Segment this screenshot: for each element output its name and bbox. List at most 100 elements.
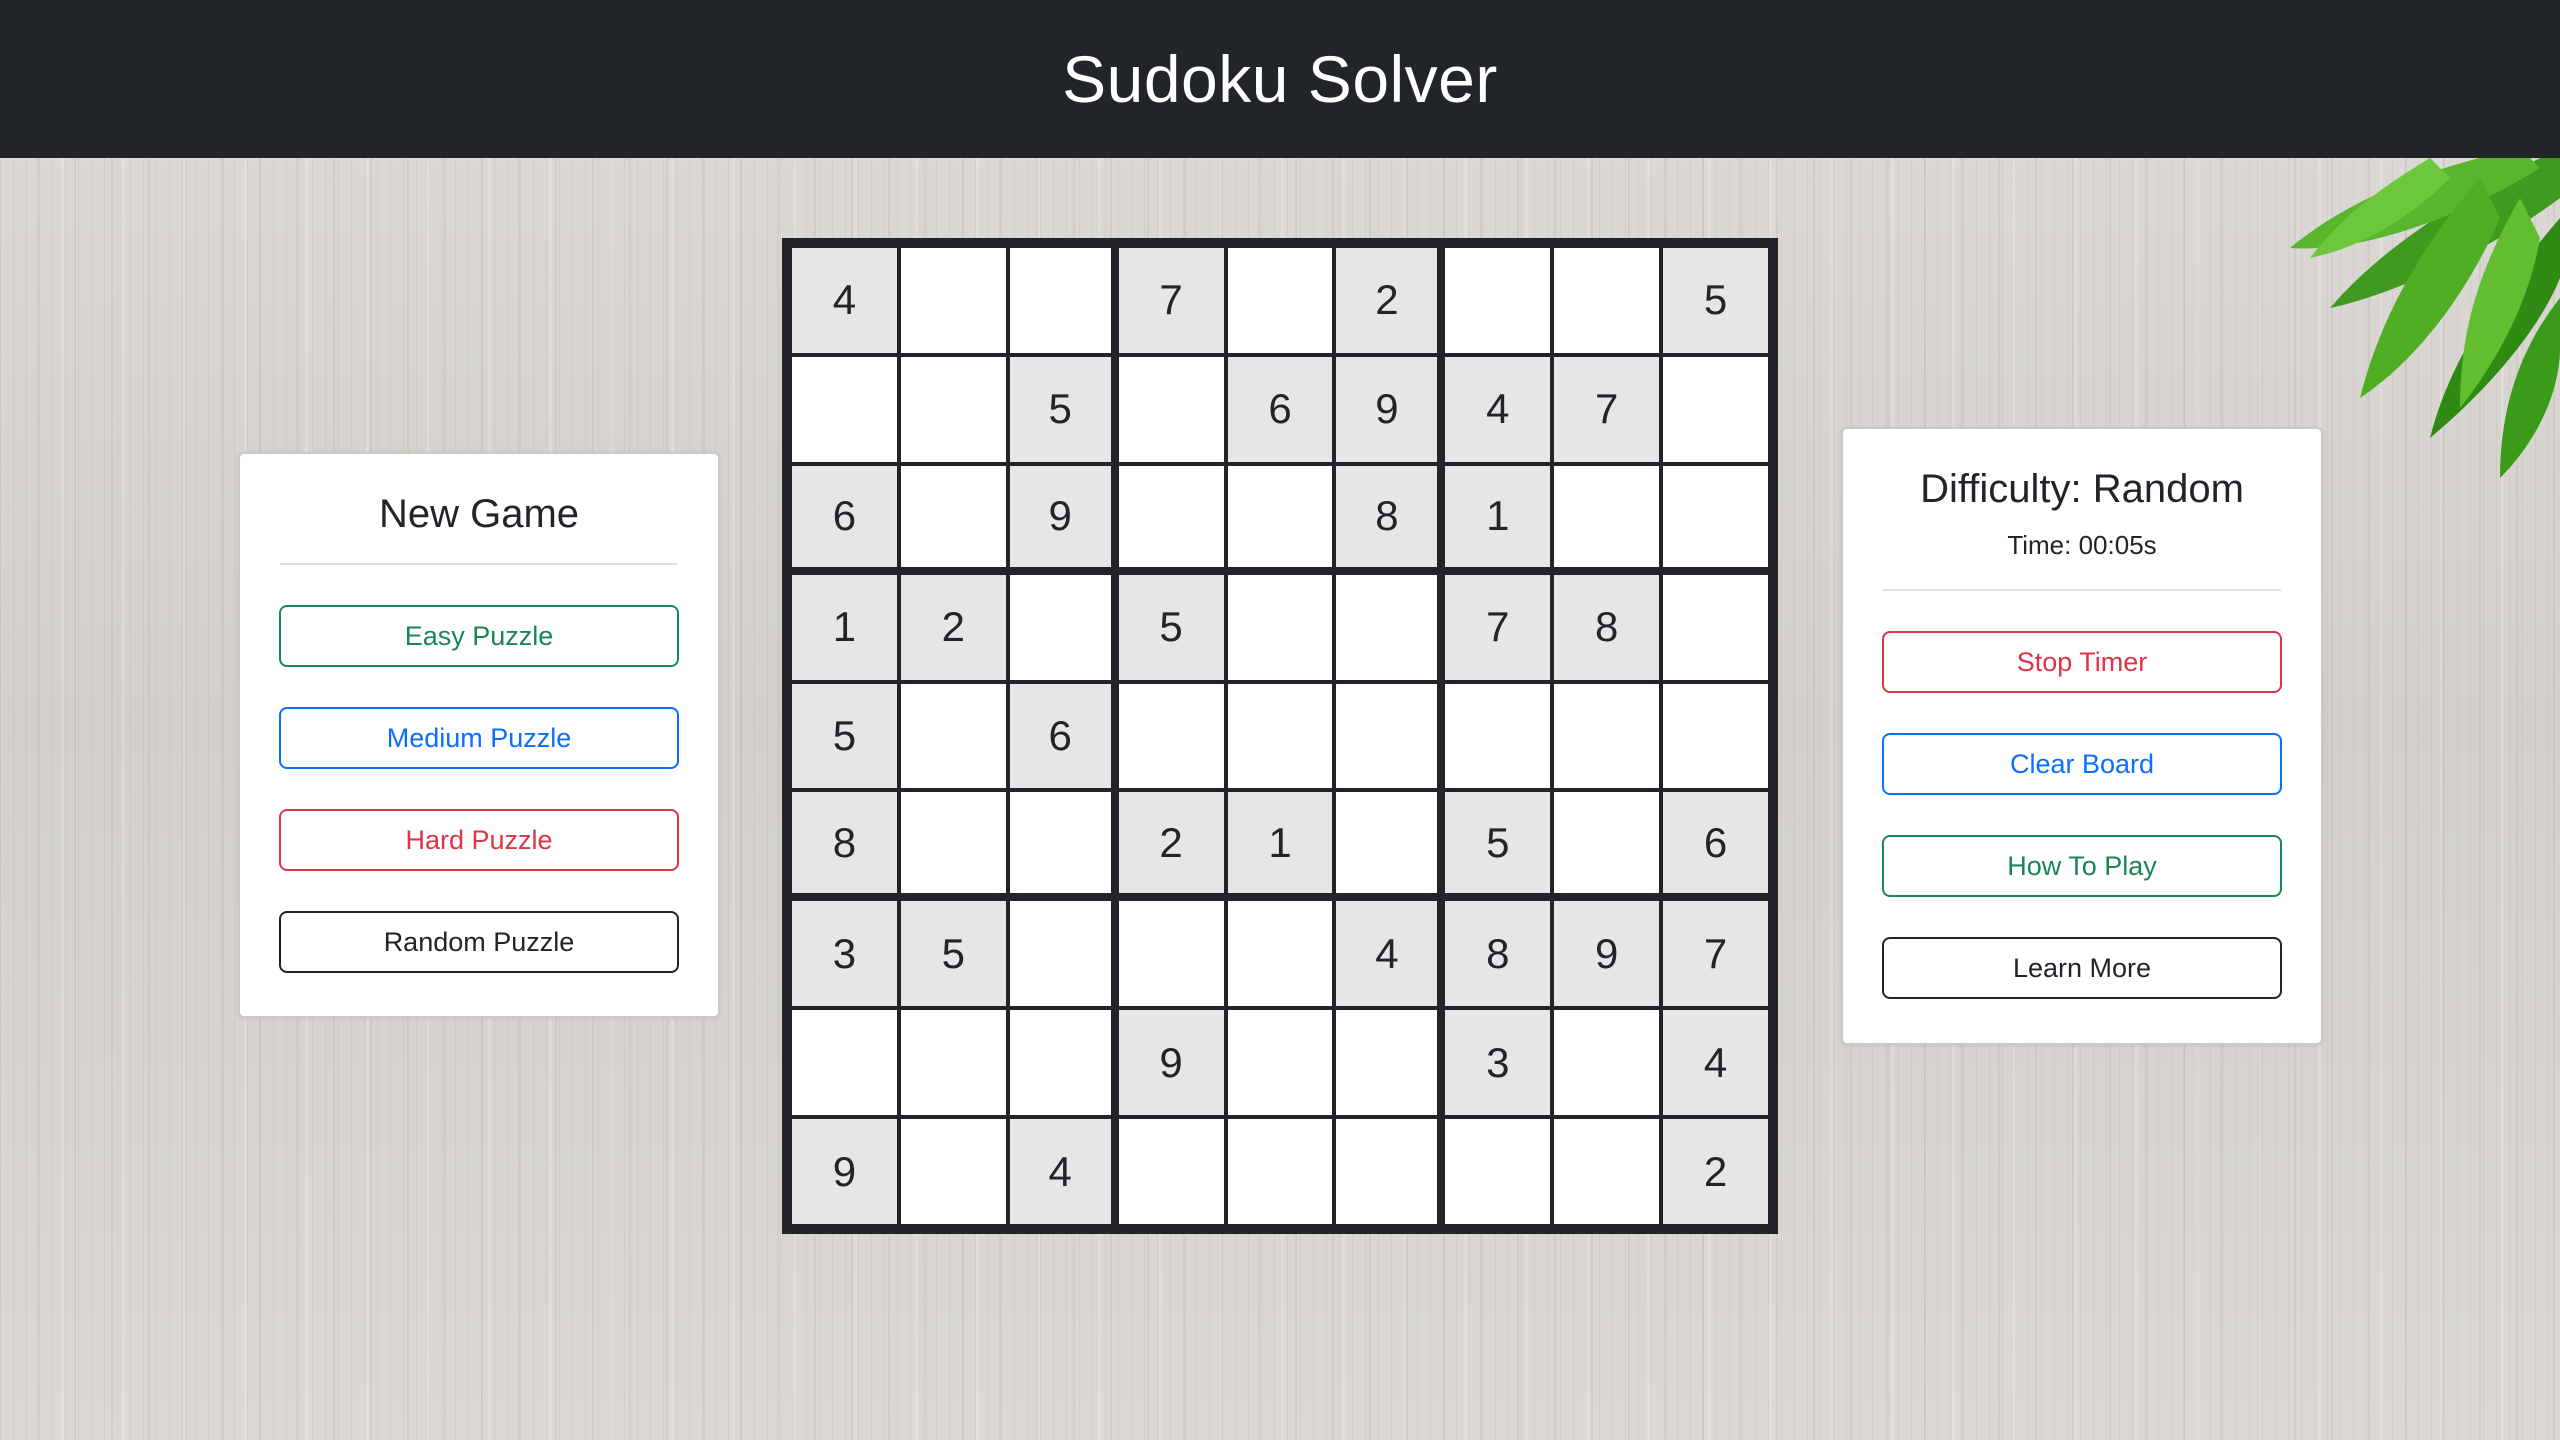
sudoku-cell-r8c4[interactable]: 9 xyxy=(1116,1008,1226,1118)
clear-board-button[interactable]: Clear Board xyxy=(1882,733,2282,795)
sudoku-cell-r9c4[interactable] xyxy=(1116,1117,1226,1226)
hard-puzzle-button[interactable]: Hard Puzzle xyxy=(279,809,679,871)
sudoku-cell-r9c8[interactable] xyxy=(1552,1117,1662,1226)
sudoku-board: 4725569476981125785682156354897934942 xyxy=(782,238,1778,1234)
sudoku-cell-r6c3[interactable] xyxy=(1007,790,1117,900)
timer-label: Time: 00:05s xyxy=(2007,530,2157,560)
sudoku-cell-r4c8[interactable]: 8 xyxy=(1552,572,1662,682)
sudoku-cell-r7c5[interactable] xyxy=(1225,899,1335,1009)
sudoku-cell-r3c6[interactable]: 8 xyxy=(1334,463,1444,573)
sudoku-cell-r4c1[interactable]: 1 xyxy=(790,572,899,682)
sudoku-cell-r2c5[interactable]: 6 xyxy=(1225,354,1335,464)
sudoku-cell-r1c6[interactable]: 2 xyxy=(1334,246,1444,355)
page-title: Sudoku Solver xyxy=(1062,42,1498,116)
sudoku-cell-r1c5[interactable] xyxy=(1225,246,1335,355)
sudoku-cell-r7c9[interactable]: 7 xyxy=(1661,899,1770,1009)
random-puzzle-button[interactable]: Random Puzzle xyxy=(279,911,679,973)
sudoku-cell-r2c3[interactable]: 5 xyxy=(1007,354,1117,464)
sudoku-cell-r4c7[interactable]: 7 xyxy=(1443,572,1553,682)
sudoku-cell-r6c7[interactable]: 5 xyxy=(1443,790,1553,900)
sudoku-cell-r5c5[interactable] xyxy=(1225,681,1335,791)
difficulty-label: Difficulty: Random xyxy=(1920,467,2244,511)
app-header: Sudoku Solver xyxy=(0,0,2560,158)
how-to-play-button[interactable]: How To Play xyxy=(1882,835,2282,897)
sudoku-cell-r8c2[interactable] xyxy=(898,1008,1008,1118)
divider xyxy=(280,563,678,565)
sudoku-cell-r4c3[interactable] xyxy=(1007,572,1117,682)
sudoku-cell-r2c6[interactable]: 9 xyxy=(1334,354,1444,464)
new-game-title: New Game xyxy=(378,492,580,536)
sudoku-cell-r9c6[interactable] xyxy=(1334,1117,1444,1226)
sudoku-cell-r5c9[interactable] xyxy=(1661,681,1770,791)
sudoku-cell-r2c4[interactable] xyxy=(1116,354,1226,464)
sudoku-cell-r2c1[interactable] xyxy=(790,354,899,464)
sudoku-cell-r9c7[interactable] xyxy=(1443,1117,1553,1226)
sudoku-cell-r3c4[interactable] xyxy=(1116,463,1226,573)
sudoku-cell-r1c3[interactable] xyxy=(1007,246,1117,355)
sudoku-cell-r8c8[interactable] xyxy=(1552,1008,1662,1118)
sudoku-cell-r4c4[interactable]: 5 xyxy=(1116,572,1226,682)
sudoku-cell-r8c6[interactable] xyxy=(1334,1008,1444,1118)
sudoku-cell-r7c1[interactable]: 3 xyxy=(790,899,899,1009)
sudoku-cell-r9c9[interactable]: 2 xyxy=(1661,1117,1770,1226)
sudoku-cell-r9c5[interactable] xyxy=(1225,1117,1335,1226)
sudoku-cell-r2c7[interactable]: 4 xyxy=(1443,354,1553,464)
sudoku-cell-r8c9[interactable]: 4 xyxy=(1661,1008,1770,1118)
new-game-panel: New Game Easy Puzzle Medium Puzzle Hard … xyxy=(238,452,720,1018)
sudoku-cell-r3c5[interactable] xyxy=(1225,463,1335,573)
sudoku-cell-r8c7[interactable]: 3 xyxy=(1443,1008,1553,1118)
sudoku-cell-r9c2[interactable] xyxy=(898,1117,1008,1226)
sudoku-cell-r5c8[interactable] xyxy=(1552,681,1662,791)
sudoku-cell-r6c5[interactable]: 1 xyxy=(1225,790,1335,900)
sudoku-cell-r4c2[interactable]: 2 xyxy=(898,572,1008,682)
sudoku-cell-r5c1[interactable]: 5 xyxy=(790,681,899,791)
sudoku-cell-r5c6[interactable] xyxy=(1334,681,1444,791)
sudoku-cell-r3c2[interactable] xyxy=(898,463,1008,573)
game-status-panel: Difficulty: Random Time: 00:05s Stop Tim… xyxy=(1841,427,2323,1045)
sudoku-cell-r7c3[interactable] xyxy=(1007,899,1117,1009)
sudoku-cell-r9c1[interactable]: 9 xyxy=(790,1117,899,1226)
sudoku-cell-r3c1[interactable]: 6 xyxy=(790,463,899,573)
medium-puzzle-button[interactable]: Medium Puzzle xyxy=(279,707,679,769)
sudoku-cell-r6c8[interactable] xyxy=(1552,790,1662,900)
sudoku-cell-r4c9[interactable] xyxy=(1661,572,1770,682)
sudoku-cell-r5c4[interactable] xyxy=(1116,681,1226,791)
sudoku-cell-r7c7[interactable]: 8 xyxy=(1443,899,1553,1009)
easy-puzzle-button[interactable]: Easy Puzzle xyxy=(279,605,679,667)
sudoku-cell-r1c4[interactable]: 7 xyxy=(1116,246,1226,355)
sudoku-cell-r5c3[interactable]: 6 xyxy=(1007,681,1117,791)
sudoku-cell-r6c2[interactable] xyxy=(898,790,1008,900)
sudoku-cell-r4c5[interactable] xyxy=(1225,572,1335,682)
sudoku-cell-r3c9[interactable] xyxy=(1661,463,1770,573)
sudoku-cell-r9c3[interactable]: 4 xyxy=(1007,1117,1117,1226)
sudoku-cell-r1c8[interactable] xyxy=(1552,246,1662,355)
sudoku-cell-r8c5[interactable] xyxy=(1225,1008,1335,1118)
sudoku-cell-r2c2[interactable] xyxy=(898,354,1008,464)
sudoku-cell-r3c3[interactable]: 9 xyxy=(1007,463,1117,573)
sudoku-cell-r7c6[interactable]: 4 xyxy=(1334,899,1444,1009)
sudoku-cell-r2c8[interactable]: 7 xyxy=(1552,354,1662,464)
sudoku-cell-r4c6[interactable] xyxy=(1334,572,1444,682)
sudoku-cell-r6c9[interactable]: 6 xyxy=(1661,790,1770,900)
sudoku-cell-r6c1[interactable]: 8 xyxy=(790,790,899,900)
divider xyxy=(1883,589,2281,591)
sudoku-cell-r2c9[interactable] xyxy=(1661,354,1770,464)
sudoku-cell-r7c8[interactable]: 9 xyxy=(1552,899,1662,1009)
sudoku-cell-r6c4[interactable]: 2 xyxy=(1116,790,1226,900)
sudoku-cell-r8c3[interactable] xyxy=(1007,1008,1117,1118)
stop-timer-button[interactable]: Stop Timer xyxy=(1882,631,2282,693)
sudoku-cell-r1c1[interactable]: 4 xyxy=(790,246,899,355)
sudoku-cell-r3c8[interactable] xyxy=(1552,463,1662,573)
sudoku-grid: 4725569476981125785682156354897934942 xyxy=(790,246,1770,1226)
sudoku-cell-r3c7[interactable]: 1 xyxy=(1443,463,1553,573)
sudoku-cell-r7c4[interactable] xyxy=(1116,899,1226,1009)
sudoku-cell-r1c2[interactable] xyxy=(898,246,1008,355)
sudoku-cell-r1c9[interactable]: 5 xyxy=(1661,246,1770,355)
sudoku-cell-r5c2[interactable] xyxy=(898,681,1008,791)
sudoku-cell-r1c7[interactable] xyxy=(1443,246,1553,355)
sudoku-cell-r8c1[interactable] xyxy=(790,1008,899,1118)
sudoku-cell-r6c6[interactable] xyxy=(1334,790,1444,900)
sudoku-cell-r5c7[interactable] xyxy=(1443,681,1553,791)
sudoku-cell-r7c2[interactable]: 5 xyxy=(898,899,1008,1009)
learn-more-button[interactable]: Learn More xyxy=(1882,937,2282,999)
